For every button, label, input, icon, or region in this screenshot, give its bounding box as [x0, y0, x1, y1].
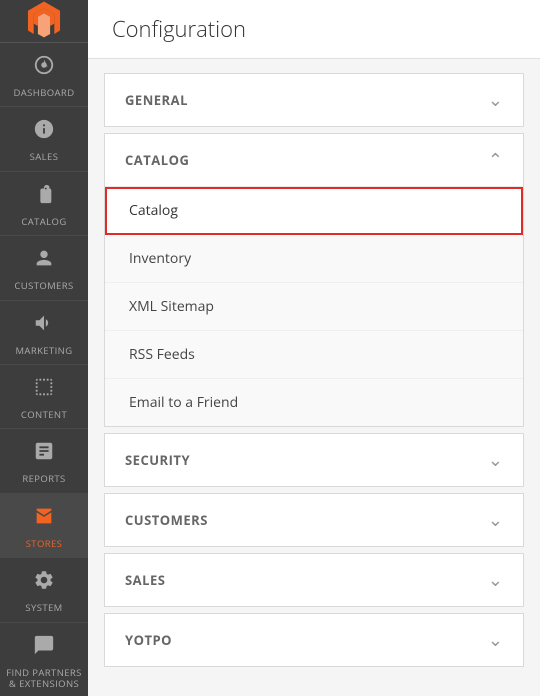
sidebar-item-reports[interactable]: REPORTS — [0, 429, 88, 493]
sidebar-item-label-marketing: MARKETING — [15, 345, 72, 356]
config-section-title-catalog: CATALOG — [125, 151, 189, 169]
sidebar-item-label-system: SYSTEM — [25, 602, 62, 613]
sidebar-item-label-reports: REPORTS — [22, 473, 65, 484]
config-section-header-catalog[interactable]: CATALOG ⌃ — [105, 134, 523, 186]
find-partners-icon — [33, 633, 55, 663]
sidebar-item-label-find-partners: FIND PARTNERS & EXTENSIONS — [4, 667, 84, 690]
config-section-title-sales: SALES — [125, 571, 165, 589]
config-section-chevron-catalog: ⌃ — [488, 148, 503, 172]
marketing-icon — [33, 311, 55, 341]
config-item-rss-feeds[interactable]: RSS Feeds — [105, 331, 523, 379]
sidebar-item-content[interactable]: CONTENT — [0, 365, 88, 429]
config-section-security: SECURITY ⌄ — [104, 433, 524, 487]
sales-icon — [33, 117, 55, 147]
sidebar-item-dashboard[interactable]: DASHBOARD — [0, 43, 88, 107]
stores-icon — [33, 504, 55, 534]
config-section-chevron-general: ⌄ — [488, 88, 503, 112]
sidebar-logo[interactable] — [0, 0, 88, 43]
config-section-body-catalog: CatalogInventoryXML SitemapRSS FeedsEmai… — [105, 186, 523, 426]
sidebar-item-system[interactable]: SYSTEM — [0, 558, 88, 622]
config-section-sales: SALES ⌄ — [104, 553, 524, 607]
page-title: Configuration — [112, 14, 516, 44]
content-icon — [33, 375, 55, 405]
sidebar-item-label-stores: STORES — [26, 538, 63, 549]
sidebar-item-catalog[interactable]: CATALOG — [0, 172, 88, 236]
reports-icon — [33, 439, 55, 469]
page-header: Configuration — [88, 0, 540, 59]
config-section-header-general[interactable]: GENERAL ⌄ — [105, 74, 523, 126]
magento-logo-icon — [23, 0, 65, 42]
sidebar-item-stores[interactable]: STORES — [0, 494, 88, 558]
config-section-catalog: CATALOG ⌃ CatalogInventoryXML SitemapRSS F… — [104, 133, 524, 427]
config-section-title-customers: CUSTOMERS — [125, 511, 208, 529]
config-section-header-customers[interactable]: CUSTOMERS ⌄ — [105, 494, 523, 546]
sidebar-item-marketing[interactable]: MARKETING — [0, 301, 88, 365]
config-section-title-yotpo: YOTPO — [125, 631, 172, 649]
config-item-inventory[interactable]: Inventory — [105, 235, 523, 283]
sidebar-item-find-partners[interactable]: FIND PARTNERS & EXTENSIONS — [0, 623, 88, 696]
config-section-yotpo: YOTPO ⌄ — [104, 613, 524, 667]
config-section-customers: CUSTOMERS ⌄ — [104, 493, 524, 547]
config-section-title-general: GENERAL — [125, 91, 188, 109]
config-section-chevron-security: ⌄ — [488, 448, 503, 472]
dashboard-icon — [33, 53, 55, 83]
config-section-chevron-customers: ⌄ — [488, 508, 503, 532]
config-content: GENERAL ⌄ CATALOG ⌃ CatalogInventoryXML Site… — [88, 59, 540, 687]
config-section-header-sales[interactable]: SALES ⌄ — [105, 554, 523, 606]
system-icon — [33, 568, 55, 598]
config-section-chevron-sales: ⌄ — [488, 568, 503, 592]
config-section-header-yotpo[interactable]: YOTPO ⌄ — [105, 614, 523, 666]
config-item-email-to-friend[interactable]: Email to a Friend — [105, 379, 523, 426]
main-content: Configuration GENERAL ⌄ CATALOG ⌃ CatalogInv… — [88, 0, 540, 696]
sidebar-item-label-dashboard: DASHBOARD — [13, 87, 74, 98]
sidebar-item-label-content: CONTENT — [21, 409, 67, 420]
sidebar-items: DASHBOARD SALES CATALOG CUSTOMERS MARKETING C… — [0, 43, 88, 696]
config-section-general: GENERAL ⌄ — [104, 73, 524, 127]
sidebar-item-sales[interactable]: SALES — [0, 107, 88, 171]
catalog-icon — [33, 182, 55, 212]
customers-icon — [33, 246, 55, 276]
sidebar-item-label-catalog: CATALOG — [21, 216, 66, 227]
config-section-header-security[interactable]: SECURITY ⌄ — [105, 434, 523, 486]
config-section-chevron-yotpo: ⌄ — [488, 628, 503, 652]
config-section-title-security: SECURITY — [125, 451, 190, 469]
sidebar: DASHBOARD SALES CATALOG CUSTOMERS MARKETING C… — [0, 0, 88, 696]
sidebar-item-customers[interactable]: CUSTOMERS — [0, 236, 88, 300]
config-item-xml-sitemap[interactable]: XML Sitemap — [105, 283, 523, 331]
sidebar-item-label-customers: CUSTOMERS — [14, 280, 73, 291]
sidebar-item-label-sales: SALES — [30, 151, 59, 162]
config-item-catalog[interactable]: Catalog — [105, 187, 523, 235]
